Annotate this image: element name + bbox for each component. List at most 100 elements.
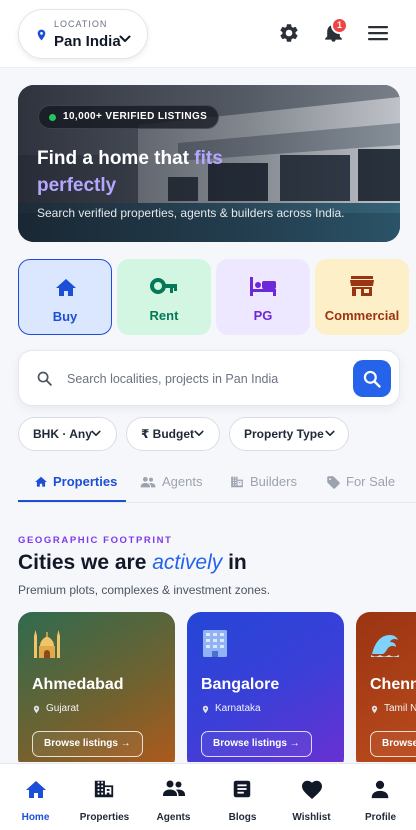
search-input[interactable] — [67, 367, 337, 391]
hero-subtitle: Search verified properties, agents & bui… — [37, 206, 345, 220]
tab-label: Builders — [250, 474, 297, 489]
article-icon — [233, 780, 251, 798]
hero-title-accent-2: perfectly — [37, 175, 117, 196]
category-buy[interactable]: Buy — [18, 259, 112, 335]
location-pin-icon — [202, 705, 209, 714]
people-icon — [163, 780, 185, 796]
section-subtitle: Premium plots, complexes & investment zo… — [18, 583, 271, 597]
people-icon — [140, 477, 156, 488]
nav-blogs[interactable]: Blogs — [208, 764, 277, 830]
tag-icon — [327, 476, 340, 489]
city-card-chennai[interactable]: Chennai Tamil Nadu Browse listings → — [356, 612, 416, 762]
tab-label: For Sale — [346, 474, 396, 489]
city-card-ahmedabad[interactable]: Ahmedabad Gujarat Browse listings → — [18, 612, 175, 762]
nav-label: Properties — [79, 812, 130, 823]
gear-icon[interactable] — [278, 22, 300, 44]
chevron-down-icon — [325, 430, 335, 436]
hero-title: Find a home that fits perfectly — [37, 145, 337, 199]
verified-listings-text: 10,000+ VERIFIED LISTINGS — [63, 111, 208, 122]
city-state-label: Tamil Nadu — [384, 703, 416, 714]
chevron-down-icon — [194, 430, 204, 436]
category-commercial[interactable]: Commercial — [315, 259, 409, 335]
section-title: Cities we are actively in — [18, 551, 247, 575]
browse-listings-button[interactable]: Browse listings → — [32, 731, 143, 757]
nav-properties[interactable]: Properties — [70, 764, 139, 830]
search-icon — [37, 371, 52, 386]
city-state-label: Gujarat — [46, 703, 79, 714]
filter-label: Property Type — [244, 427, 324, 441]
tab-label: Properties — [53, 474, 118, 489]
section-title-accent: actively — [152, 551, 223, 574]
bottom-navigation: Home Properties Agents Blogs Wishlist Pr… — [0, 763, 416, 830]
nav-agents[interactable]: Agents — [139, 764, 208, 830]
category-rent[interactable]: Rent — [117, 259, 211, 335]
category-pg[interactable]: PG — [216, 259, 310, 335]
location-value: Pan India — [54, 33, 121, 50]
filter-bhk[interactable]: BHK · Any — [18, 417, 117, 451]
filter-budget[interactable]: ₹ Budget — [126, 417, 220, 451]
home-icon — [35, 476, 47, 487]
tab-properties[interactable]: Properties — [18, 468, 126, 502]
browse-listings-button[interactable]: Browse listings → — [370, 731, 416, 757]
office-building-icon — [203, 630, 227, 657]
building-icon — [231, 476, 243, 488]
section-title-plain-1: Cities we are — [18, 551, 153, 574]
location-pin-icon — [33, 705, 40, 714]
search-button[interactable] — [353, 360, 391, 397]
category-label: Commercial — [324, 308, 400, 323]
tab-builders[interactable]: Builders — [230, 468, 310, 502]
home-icon — [26, 781, 46, 798]
hero-banner[interactable]: 10,000+ VERIFIED LISTINGS Find a home th… — [18, 85, 400, 242]
filter-property-type[interactable]: Property Type — [229, 417, 349, 451]
location-caption: LOCATION — [54, 19, 108, 29]
filter-label: ₹ Budget — [141, 427, 195, 441]
filter-label: BHK · Any — [33, 427, 92, 441]
hero-title-accent-1: fits — [194, 148, 223, 169]
hero-title-plain: Find a home that — [37, 148, 195, 169]
section-eyebrow: GEOGRAPHIC FOOTPRINT — [18, 535, 173, 546]
nav-profile[interactable]: Profile — [346, 764, 415, 830]
nav-label: Profile — [364, 812, 397, 823]
category-label: PG — [253, 308, 273, 323]
section-title-plain-2: in — [222, 551, 247, 574]
tab-label: Agents — [162, 474, 203, 489]
heart-icon — [302, 780, 322, 799]
category-label: Rent — [149, 308, 179, 323]
nav-wishlist[interactable]: Wishlist — [277, 764, 346, 830]
search-icon — [363, 370, 381, 388]
location-pin-icon — [371, 705, 378, 714]
verified-listings-badge: 10,000+ VERIFIED LISTINGS — [38, 105, 220, 129]
chevron-down-icon — [91, 430, 101, 436]
city-state-label: Karnataka — [215, 703, 261, 714]
city-card-bangalore[interactable]: Bangalore Karnataka Browse listings → — [187, 612, 344, 762]
category-tiles: Buy Rent PG Commercial — [18, 259, 416, 335]
home-icon — [56, 279, 76, 296]
location-selector[interactable]: LOCATION Pan India — [18, 9, 148, 59]
wave-icon — [371, 635, 399, 657]
mosque-icon — [34, 630, 60, 658]
tab-agents[interactable]: Agents — [140, 468, 210, 502]
category-label: Buy — [52, 309, 78, 324]
browse-listings-button[interactable]: Browse listings → — [201, 731, 312, 757]
app-header: LOCATION Pan India 1 — [0, 0, 416, 68]
nav-label: Home — [21, 812, 50, 823]
city-carousel: Ahmedabad Gujarat Browse listings → Bang… — [18, 612, 416, 762]
city-name: Bangalore — [201, 676, 280, 693]
person-icon — [371, 780, 389, 799]
nav-label: Agents — [156, 812, 191, 823]
nav-label: Blogs — [228, 812, 257, 823]
search-bar — [18, 350, 400, 406]
nav-label: Wishlist — [292, 812, 331, 823]
storefront-icon — [350, 276, 374, 296]
city-name: Ahmedabad — [32, 676, 124, 693]
nav-home[interactable]: Home — [1, 764, 70, 830]
notification-badge: 1 — [331, 17, 348, 34]
hamburger-menu-icon[interactable] — [367, 25, 389, 41]
chevron-down-icon — [119, 35, 131, 42]
city-name: Chennai — [370, 676, 416, 693]
buildings-icon — [94, 780, 114, 798]
status-dot-icon — [49, 114, 56, 121]
bed-icon — [250, 277, 276, 296]
tab-for-sale[interactable]: For Sale — [326, 468, 406, 502]
location-pin-icon — [37, 29, 46, 41]
